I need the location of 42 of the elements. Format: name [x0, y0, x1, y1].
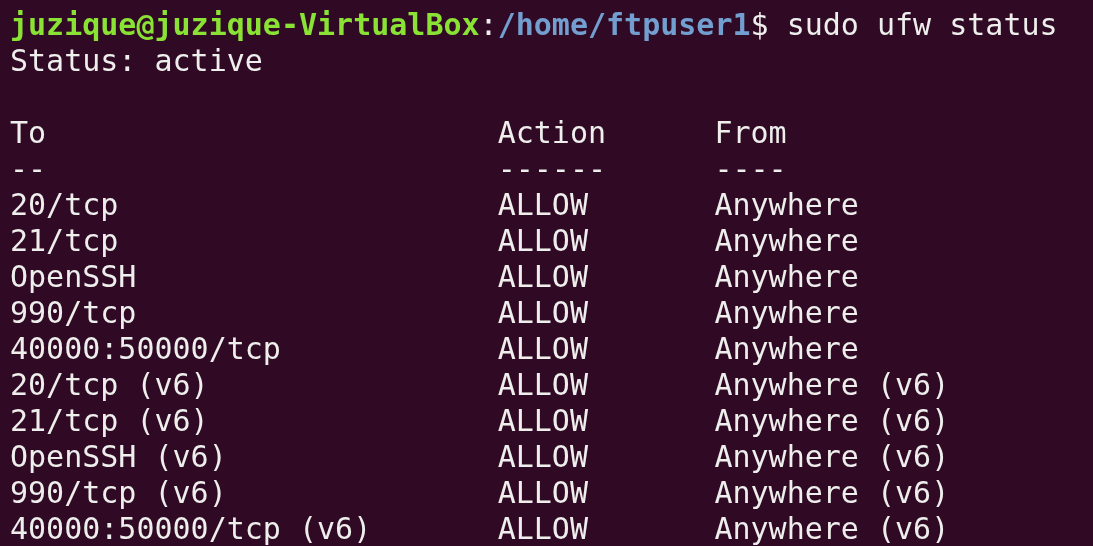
- table-cell: Anywhere: [714, 295, 859, 331]
- table-cell-text: ALLOW: [497, 511, 589, 546]
- table-cell-text: 40000:50000/tcp (v6): [10, 511, 373, 546]
- table-cell: Anywhere: [714, 223, 859, 259]
- table-cell: Anywhere (v6): [714, 511, 950, 546]
- prompt-user-host: juzique@juzique-VirtualBox: [10, 7, 480, 43]
- command-text: sudo ufw status: [786, 7, 1058, 43]
- table-cell-text: ALLOW: [497, 259, 589, 295]
- table-cell-text: 40000:50000/tcp: [10, 331, 282, 367]
- table-cell: Anywhere: [714, 187, 859, 223]
- table-cell-text: OpenSSH: [10, 259, 138, 295]
- table-cell-text: ALLOW: [497, 439, 589, 475]
- column-header: From: [714, 115, 787, 151]
- table-cell: Anywhere (v6): [714, 439, 950, 475]
- table-cell-text: OpenSSH (v6): [10, 439, 228, 475]
- prompt-separator: :: [479, 7, 498, 43]
- header-divider: ------: [497, 151, 608, 187]
- table-cell-text: ALLOW: [497, 223, 589, 259]
- header-divider: ----: [714, 151, 787, 187]
- table-cell: Anywhere: [714, 331, 859, 367]
- table-cell-text: 20/tcp (v6): [10, 367, 210, 403]
- table-cell-text: 21/tcp (v6): [10, 403, 210, 439]
- table-cell: Anywhere (v6): [714, 403, 950, 439]
- header-divider: --: [10, 151, 48, 187]
- prompt-symbol: $: [750, 7, 769, 43]
- table-cell-text: ALLOW: [497, 475, 589, 511]
- table-cell-text: 990/tcp (v6): [10, 475, 228, 511]
- prompt-path: /home/ftpuser1: [497, 7, 751, 43]
- table-cell: Anywhere (v6): [714, 367, 950, 403]
- column-header: Action: [497, 115, 608, 151]
- table-cell: Anywhere (v6): [714, 475, 950, 511]
- table-cell-text: 20/tcp: [10, 187, 120, 223]
- table-cell: Anywhere: [714, 259, 859, 295]
- table-cell-text: ALLOW: [497, 187, 589, 223]
- column-header: To: [10, 115, 48, 151]
- table-cell-text: 990/tcp: [10, 295, 138, 331]
- table-cell-text: ALLOW: [497, 403, 589, 439]
- status-text: Status: active: [10, 43, 263, 79]
- table-cell-text: ALLOW: [497, 295, 589, 331]
- table-cell-text: ALLOW: [497, 367, 589, 403]
- table-cell-text: ALLOW: [497, 331, 589, 367]
- table-cell-text: 21/tcp: [10, 223, 120, 259]
